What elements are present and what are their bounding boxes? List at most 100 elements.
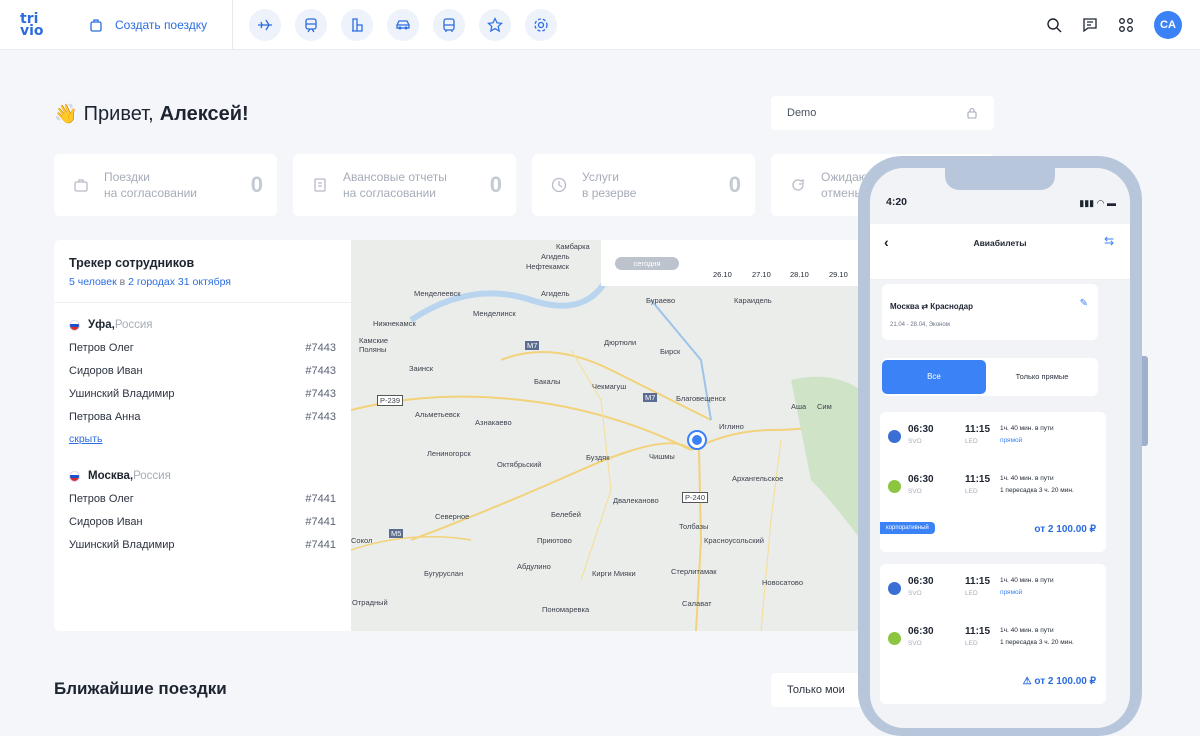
trivio-logo[interactable]: tri vio <box>20 12 70 38</box>
greeting-hello: Привет, <box>83 102 154 125</box>
map-label: Нефтекамск <box>526 262 569 271</box>
map-label: Северное <box>435 512 470 521</box>
employee-map[interactable]: сегодня 26.10 27.10 28.10 29.10 Камбарка… <box>351 240 861 631</box>
apps-grid-icon[interactable] <box>1118 17 1134 33</box>
stat-trips-approval[interactable]: Поездки на согласовании 0 <box>54 154 277 216</box>
only-mine-filter[interactable]: Только мои <box>771 673 871 707</box>
flight-offer-card[interactable]: 06:30 SVO 11:15 LED 1ч. 40 мин. в пути п… <box>880 412 1106 552</box>
route-card[interactable]: Москва ⇄ Краснодар 21.04 - 28.04, Эконом… <box>882 284 1098 340</box>
map-label: Альметьевск <box>415 410 460 419</box>
timeline-date[interactable]: 26.10 <box>713 270 732 279</box>
city-header-moscow: Москва, Россия <box>69 470 171 482</box>
star-icon[interactable] <box>479 8 512 41</box>
map-label: Сим <box>817 402 832 411</box>
map-label: Иглино <box>719 422 744 431</box>
employee-code: #7441 <box>305 516 336 528</box>
map-label: Бугуруслан <box>424 569 464 578</box>
map-label: Салават <box>682 599 712 608</box>
bus-icon[interactable] <box>433 8 466 41</box>
tracker-subtitle: 5 человек в 2 городах 31 октября <box>69 276 231 288</box>
arr-airport: LED <box>965 640 978 647</box>
edit-icon[interactable]: ✎ <box>1080 298 1088 309</box>
road-sign-m7: M7 <box>643 393 658 402</box>
employee-code: #7441 <box>305 493 336 505</box>
user-avatar[interactable]: CA <box>1154 11 1182 39</box>
dep-time: 06:30 <box>908 474 934 485</box>
map-label: Белебей <box>551 510 581 519</box>
russia-flag-icon <box>69 319 80 331</box>
flight-row: 06:30 SVO 11:15 LED 1ч. 40 мин. в пути 1… <box>880 466 1106 512</box>
plane-icon[interactable] <box>249 8 282 41</box>
create-trip-button[interactable]: Создать поездку <box>70 0 234 50</box>
search-icon[interactable] <box>1046 17 1062 33</box>
employee-row[interactable]: Ушинский Владимир #7443 <box>69 388 336 400</box>
timeline-date[interactable]: 29.10 <box>829 270 848 279</box>
employee-name: Ушинский Владимир <box>69 388 175 400</box>
road-sign-p240: P-240 <box>682 492 709 503</box>
company-select[interactable]: Demo <box>771 96 994 130</box>
stat-label: Поездки <box>104 170 150 184</box>
stops: прямой <box>1000 589 1023 596</box>
phone-header: ‹ Авиабилеты ⇆ <box>870 224 1130 280</box>
employee-row[interactable]: Петров Олег #7443 <box>69 342 336 354</box>
flight-row: 06:30 SVO 11:15 LED 1ч. 40 мин. в пути п… <box>880 416 1106 462</box>
map-label: Агидель <box>541 289 570 298</box>
phone-screen: 4:20 ▮▮▮ ◠ ▬ ‹ Авиабилеты ⇆ Москва ⇄ Кра… <box>870 168 1130 728</box>
train-icon[interactable] <box>295 8 328 41</box>
employee-row[interactable]: Петров Олег #7441 <box>69 493 336 505</box>
employee-row[interactable]: Ушинский Владимир #7441 <box>69 539 336 551</box>
greeting: 👋 Привет, Алексей! <box>54 102 249 126</box>
map-label: Заинск <box>409 364 434 373</box>
today-chip[interactable]: сегодня <box>615 257 679 270</box>
employee-name: Петрова Анна <box>69 411 141 423</box>
map-label: Чишмы <box>649 452 675 461</box>
clock-icon <box>548 177 570 193</box>
segment-all[interactable]: Все <box>882 360 986 394</box>
employee-row[interactable]: Сидоров Иван #7443 <box>69 365 336 377</box>
flight-offer-card[interactable]: 06:30 SVO 11:15 LED 1ч. 40 мин. в пути п… <box>880 564 1106 704</box>
stat-label: на согласовании <box>343 186 436 200</box>
dep-airport: SVO <box>908 488 922 495</box>
settings-icon[interactable] <box>525 8 558 41</box>
top-bar: tri vio Создать поездку CA <box>0 0 1200 50</box>
tracker-sub-text: в <box>116 276 129 288</box>
map-label: Чекмагуш <box>592 382 627 391</box>
tracker-date[interactable]: 31 октября <box>178 276 231 288</box>
employee-code: #7443 <box>305 388 336 400</box>
stat-advance-reports[interactable]: Авансовые отчеты на согласовании 0 <box>293 154 516 216</box>
suitcase-icon <box>70 177 92 193</box>
stat-value: 0 <box>728 172 741 197</box>
timeline-date[interactable]: 28.10 <box>790 270 809 279</box>
arr-time: 11:15 <box>965 576 991 587</box>
car-icon[interactable] <box>387 8 420 41</box>
hotel-icon[interactable] <box>341 8 374 41</box>
divider <box>54 302 351 303</box>
employee-name: Петров Олег <box>69 493 134 505</box>
employee-name: Ушинский Владимир <box>69 539 175 551</box>
road-sign-p239: P-239 <box>377 395 404 406</box>
offer-price: ⚠ от 2 100.00 ₽ <box>1022 676 1096 687</box>
segment-direct[interactable]: Только прямые <box>986 360 1098 394</box>
employee-row[interactable]: Сидоров Иван #7441 <box>69 516 336 528</box>
map-label: Буздяк <box>586 453 610 462</box>
tracker-people-count[interactable]: 5 человек <box>69 276 117 288</box>
hide-link[interactable]: скрыть <box>69 433 103 445</box>
location-pin-icon[interactable] <box>687 430 707 450</box>
signal-battery-icon: ▮▮▮ ◠ ▬ <box>1079 198 1116 208</box>
stops: прямой <box>1000 437 1023 444</box>
timeline-date[interactable]: 27.10 <box>752 270 771 279</box>
greeting-name: Алексей! <box>159 102 249 125</box>
stat-services-reserved[interactable]: Услуги в резерве 0 <box>532 154 755 216</box>
stat-label: в резерве <box>582 186 637 200</box>
map-label: Бакалы <box>534 377 561 386</box>
tracker-cities-count[interactable]: 2 городах <box>128 276 175 288</box>
chat-icon[interactable] <box>1082 17 1098 33</box>
employee-code: #7441 <box>305 539 336 551</box>
filter-icon[interactable]: ⇆ <box>1104 234 1114 248</box>
employee-row[interactable]: Петрова Анна #7443 <box>69 411 336 423</box>
dep-airport: SVO <box>908 438 922 445</box>
service-nav <box>249 8 558 41</box>
map-label: Камбарка <box>556 242 590 251</box>
stat-label: Услуги <box>582 170 619 184</box>
stat-label: Авансовые отчеты <box>343 170 447 184</box>
